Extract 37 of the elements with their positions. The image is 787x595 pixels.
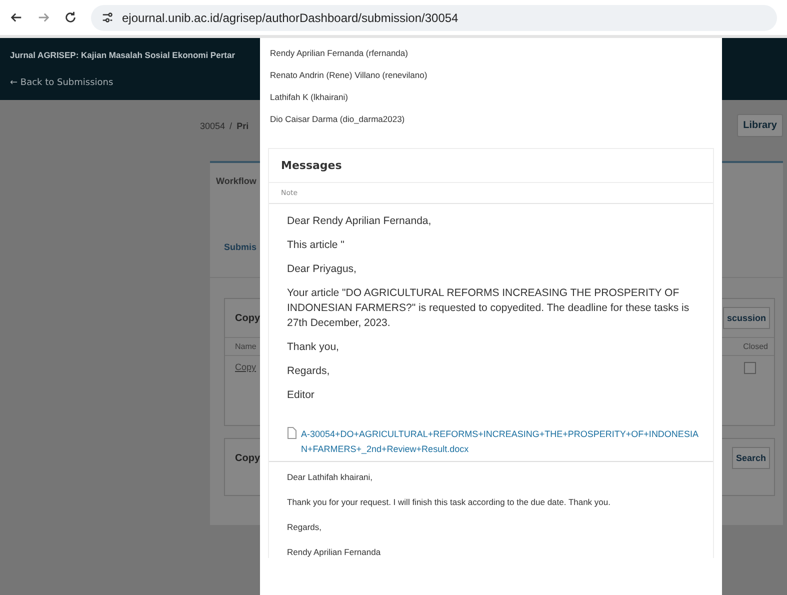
message-text: Regards, xyxy=(287,364,331,379)
closed-checkbox[interactable] xyxy=(744,362,756,374)
tab[interactable]: Workflow xyxy=(216,176,256,186)
site-settings-icon[interactable] xyxy=(101,11,114,24)
back-link[interactable]: ← Back to Submissions xyxy=(10,78,114,88)
add-discussion-button[interactable]: scussion xyxy=(722,307,770,329)
address-bar[interactable]: ejournal.unib.ac.id/agrisep/authorDashboard/submission/30054 xyxy=(91,4,777,30)
message-text: Thank you, xyxy=(287,340,340,355)
breadcrumb: 30054 / Pri xyxy=(200,120,249,130)
card-title: Copy xyxy=(235,312,260,324)
message-text: Rendy Aprilian Fernanda xyxy=(287,546,382,558)
forward-icon[interactable] xyxy=(37,11,50,24)
message-text: Regards, xyxy=(287,521,322,533)
participant-name: Dio Caisar Darma (dio_darma2023) xyxy=(270,113,406,126)
column-header: Name xyxy=(235,342,256,351)
discussion-link[interactable]: Copy xyxy=(235,362,256,374)
message-text: Dear Priyagus, xyxy=(287,262,358,277)
messages-heading: Messages xyxy=(269,149,713,183)
stage-tab[interactable]: Submis xyxy=(224,242,257,252)
card-title: Copy xyxy=(235,452,260,464)
message-text: Dear Rendy Aprilian Fernanda, xyxy=(287,214,432,229)
attachment-link[interactable]: A-30054+DO+AGRICULTURAL+REFORMS+INCREASING+THE+PROSPERITY+OF+INDONESIAN+FARMERS+_2nd+Review+Result.docx xyxy=(301,427,699,457)
participant-name: Renato Andrin (Rene) Villano (renevilano) xyxy=(270,69,428,82)
participant-name: Lathifah K (lkhairani) xyxy=(270,91,349,104)
message-text: Dear Lathifah khairani, xyxy=(287,471,374,483)
message-text: Editor xyxy=(287,388,316,403)
search-button[interactable]: Search xyxy=(732,447,770,469)
participant-name: Rendy Aprilian Fernanda (rfernanda) xyxy=(270,47,409,60)
message-text: Your article "DO AGRICULTURAL REFORMS INCREASING THE PROSPERITY OF INDONESIAN FARMERS?" is requested to copyedited. The deadline for these tasks is 27th December, 2023. xyxy=(287,286,690,331)
back-icon[interactable] xyxy=(10,11,23,24)
file-icon xyxy=(287,427,297,439)
reload-icon[interactable] xyxy=(64,11,77,24)
message-text: Thank you for your request. I will finish this task according to the due date. Thank you. xyxy=(287,496,612,508)
library-button[interactable]: Library xyxy=(737,114,783,137)
column-header: Closed xyxy=(743,342,768,351)
message-text: This article " xyxy=(287,238,346,253)
journal-title: Jurnal AGRISEP: Kajian Masalah Sosial Ekonomi Pertar xyxy=(10,50,236,60)
